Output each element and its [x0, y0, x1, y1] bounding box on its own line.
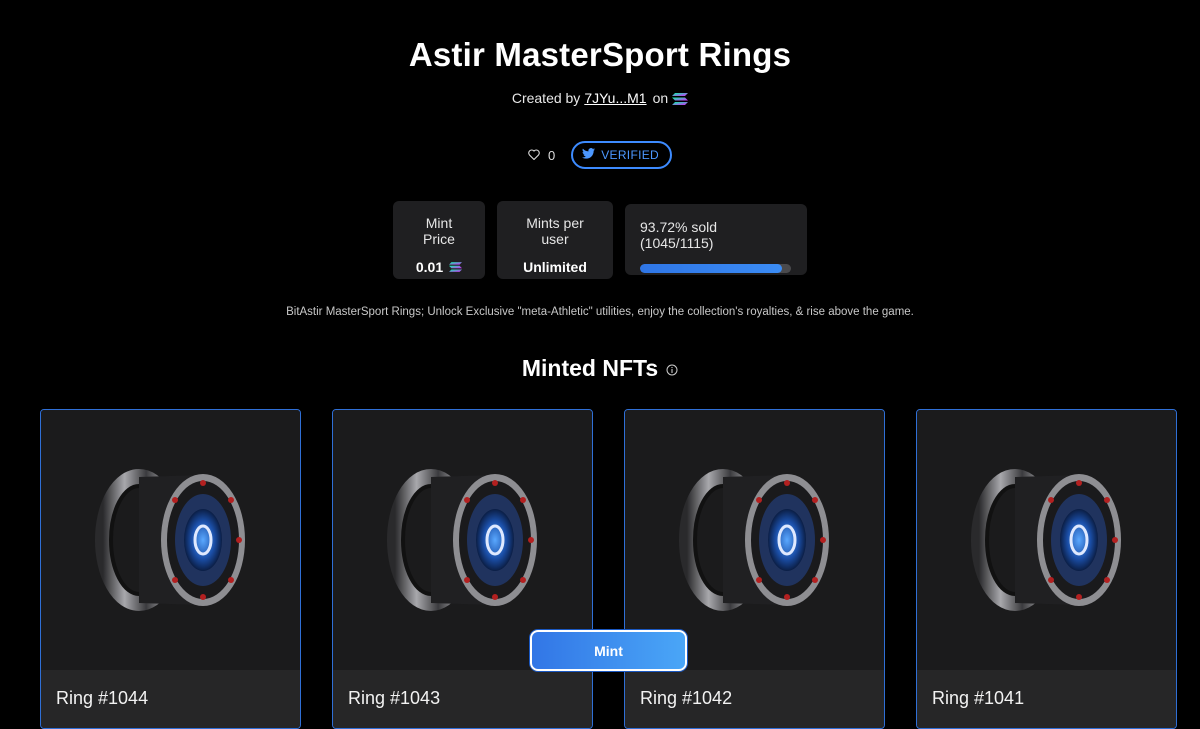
nft-card[interactable]: Ring #1044: [40, 409, 301, 729]
solana-icon: [449, 259, 463, 275]
nft-card[interactable]: Ring #1041: [916, 409, 1177, 729]
stats-row: Mint Price 0.01 Mints per user Unlimited…: [0, 201, 1200, 279]
solana-icon: [672, 92, 689, 105]
collection-title: Astir MasterSport Rings: [408, 36, 792, 73]
mint-price-value: 0.01: [409, 259, 469, 275]
minted-nfts-heading: Minted NFTs: [0, 355, 1200, 382]
verified-badge[interactable]: VERIFIED: [571, 141, 672, 169]
creator-line: Created by 7JYu...M1 on: [0, 90, 1200, 106]
like-button[interactable]: 0: [528, 148, 555, 163]
social-row: 0 VERIFIED: [0, 141, 1200, 169]
created-by-label: Created by: [511, 90, 581, 106]
sold-text: 93.72% sold (1045/1115): [640, 219, 718, 251]
ring-image: [41, 410, 300, 670]
nft-name: Ring #1043: [348, 688, 441, 708]
ring-image: [917, 410, 1176, 670]
nft-card[interactable]: Ring #1043: [332, 409, 593, 729]
mint-button[interactable]: Mint: [530, 630, 687, 671]
mint-price-label: Mint Price: [423, 215, 455, 247]
collection-description: BitAstir MasterSport Rings; Unlock Exclu…: [286, 306, 914, 318]
nft-name: Ring #1044: [56, 688, 149, 708]
heart-icon: [528, 148, 540, 163]
info-icon[interactable]: [666, 355, 678, 382]
verified-label: VERIFIED: [601, 148, 659, 162]
nft-grid: Ring #1044 Ring #1043 Ring #1042 Ring #1…: [40, 409, 1177, 729]
like-count: 0: [548, 147, 556, 163]
mint-price-card: Mint Price 0.01: [393, 201, 485, 279]
on-label: on: [652, 90, 669, 106]
mints-per-user-card: Mints per user Unlimited: [497, 201, 613, 279]
nft-name: Ring #1041: [932, 688, 1025, 708]
mint-price-amount: 0.01: [415, 259, 444, 275]
creator-address-link[interactable]: 7JYu...M1: [584, 90, 646, 106]
sold-progress-bar: [640, 264, 791, 273]
minted-nfts-title: Minted NFTs: [521, 355, 659, 381]
sold-card: 93.72% sold (1045/1115): [625, 204, 807, 275]
mints-per-user-label: Mints per user: [526, 215, 584, 247]
sold-progress-fill: [640, 264, 782, 273]
mints-per-user-value: Unlimited: [523, 259, 587, 275]
nft-card[interactable]: Ring #1042: [624, 409, 885, 729]
twitter-icon: [582, 148, 596, 162]
nft-name: Ring #1042: [640, 688, 733, 708]
